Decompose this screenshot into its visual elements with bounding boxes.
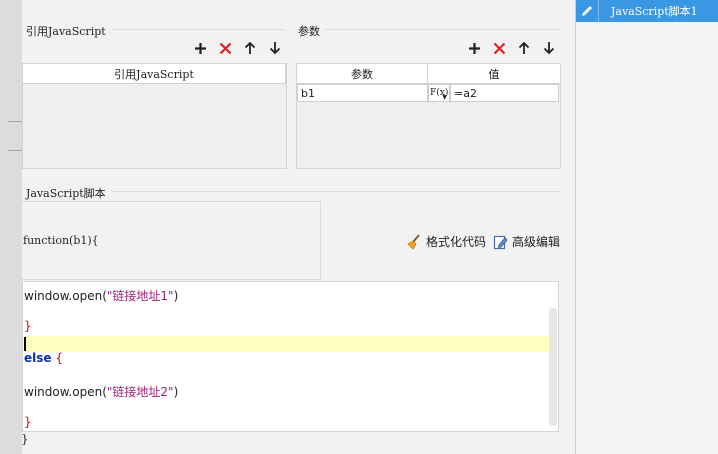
code-line-6: }: [24, 415, 32, 429]
add-param-button[interactable]: [466, 40, 482, 56]
arrow-down-icon: [543, 42, 555, 55]
broom-icon: [407, 233, 420, 250]
formula-dropdown[interactable]: F(x) ▼: [428, 84, 450, 102]
x-icon: [219, 42, 231, 54]
arrow-down-icon: [269, 42, 281, 55]
param-name-input[interactable]: b1: [297, 84, 428, 102]
code-line-5: window.open("链接地址2"): [24, 385, 179, 399]
code-line-4: else {: [24, 351, 63, 365]
delete-param-button[interactable]: [491, 40, 507, 56]
code-editor[interactable]: window.open("链接地址1") } else { window.ope…: [22, 281, 559, 432]
param-value-input[interactable]: =a2: [450, 84, 559, 102]
advanced-edit-button[interactable]: 高级编辑: [493, 233, 560, 250]
function-closing-brace: }: [21, 432, 29, 446]
move-reference-up-button[interactable]: [242, 40, 258, 56]
move-param-up-button[interactable]: [516, 40, 532, 56]
script-list-panel: JavaScript脚本1: [575, 0, 718, 454]
text-cursor: [24, 337, 26, 351]
format-code-label: 格式化代码: [426, 235, 487, 249]
params-table: 参数 值 b1 F(x) ▼ =a2: [296, 63, 561, 169]
params-header-value: 值: [428, 64, 560, 84]
editor-scrollbar[interactable]: [549, 308, 557, 426]
script-tab-label: JavaScript脚本1: [611, 5, 698, 18]
references-table: 引用JavaScript: [22, 63, 287, 169]
edit-document-icon: [493, 235, 508, 249]
plus-icon: [194, 42, 206, 54]
references-divider: [112, 29, 285, 30]
pencil-icon: [576, 0, 599, 22]
current-line-highlight: [23, 336, 549, 352]
code-line-2: }: [24, 319, 32, 333]
plus-icon: [468, 42, 480, 54]
move-param-down-button[interactable]: [541, 40, 557, 56]
function-signature: function(b1){: [23, 234, 99, 247]
references-title: 引用JavaScript: [26, 25, 106, 38]
arrow-up-icon: [518, 41, 530, 54]
x-icon: [493, 42, 505, 54]
script-tab[interactable]: JavaScript脚本1: [576, 0, 718, 22]
script-title: JavaScript脚本: [26, 187, 106, 200]
add-reference-button[interactable]: [192, 40, 208, 56]
params-header-name: 参数: [297, 64, 428, 84]
arrow-up-icon: [244, 41, 256, 54]
code-line-1: window.open("链接地址1"): [24, 289, 179, 303]
dropdown-arrow-icon: ▼: [442, 94, 447, 101]
move-reference-down-button[interactable]: [267, 40, 283, 56]
delete-reference-button[interactable]: [217, 40, 233, 56]
format-code-button[interactable]: 格式化代码: [406, 233, 486, 250]
left-window-edge: [0, 0, 22, 454]
params-divider: [324, 29, 560, 30]
params-title: 参数: [298, 25, 320, 38]
function-signature-box: function(b1){: [22, 201, 321, 280]
script-divider: [112, 191, 560, 192]
advanced-edit-label: 高级编辑: [512, 235, 561, 249]
references-column-header: 引用JavaScript: [23, 64, 286, 84]
params-row: b1 F(x) ▼ =a2: [297, 84, 560, 102]
